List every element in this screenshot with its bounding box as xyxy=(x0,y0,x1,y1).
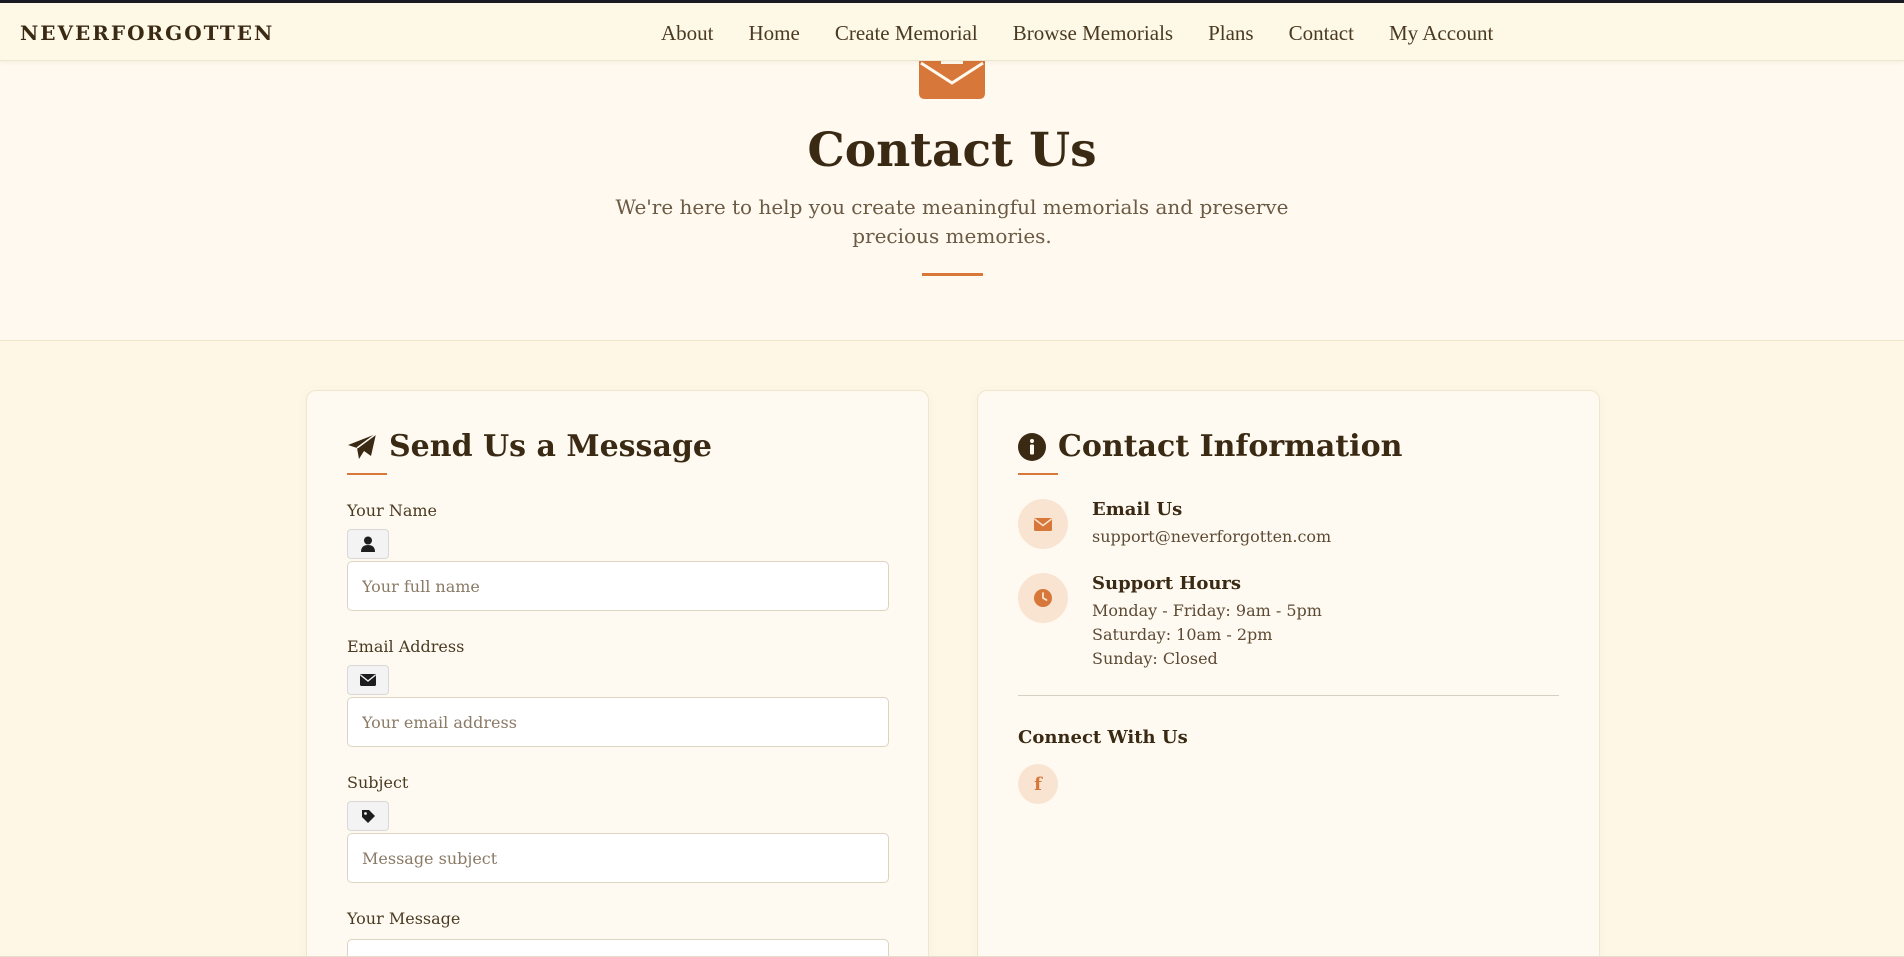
nav-home[interactable]: Home xyxy=(749,21,800,46)
email-icon-circle xyxy=(1018,499,1068,549)
form-card-title: Send Us a Message xyxy=(389,429,712,464)
message-label: Your Message xyxy=(347,909,461,928)
nav-about[interactable]: About xyxy=(661,21,714,46)
top-navbar: NEVERFORGOTTEN About Home Create Memoria… xyxy=(0,3,1904,61)
hours-weekdays: Monday - Friday: 9am - 5pm xyxy=(1092,601,1322,620)
hours-saturday: Saturday: 10am - 2pm xyxy=(1092,625,1273,644)
user-icon xyxy=(361,536,375,552)
info-divider xyxy=(1018,695,1559,696)
info-circle-icon xyxy=(1018,432,1046,461)
tag-icon xyxy=(361,809,375,823)
email-addon xyxy=(347,665,389,695)
name-label: Your Name xyxy=(347,501,438,520)
form-card-heading: Send Us a Message xyxy=(347,429,712,464)
support-hours-heading: Support Hours xyxy=(1092,573,1242,594)
subject-input[interactable] xyxy=(347,833,889,883)
page-subtitle: We're here to help you create meaningful… xyxy=(615,195,1289,248)
email-label: Email Address xyxy=(347,637,465,656)
main-nav: About Home Create Memorial Browse Memori… xyxy=(661,21,1528,46)
hours-sunday: Sunday: Closed xyxy=(1092,649,1218,668)
nav-plans[interactable]: Plans xyxy=(1208,21,1254,46)
facebook-icon: f xyxy=(1034,773,1042,795)
paper-plane-icon xyxy=(348,432,377,459)
email-us-heading: Email Us xyxy=(1092,499,1183,520)
name-input[interactable] xyxy=(347,561,889,611)
brand-logo[interactable]: NEVERFORGOTTEN xyxy=(20,21,274,45)
envelope-open-icon xyxy=(919,61,985,99)
name-addon xyxy=(347,529,389,559)
email-input[interactable] xyxy=(347,697,889,747)
envelope-icon xyxy=(360,674,376,686)
form-title-underline xyxy=(347,473,387,475)
support-email-link[interactable]: support@neverforgotten.com xyxy=(1092,527,1331,546)
message-textarea[interactable] xyxy=(347,939,889,957)
nav-my-account[interactable]: My Account xyxy=(1389,21,1493,46)
connect-heading: Connect With Us xyxy=(1018,727,1188,748)
contact-info-card: Contact Information Email Us support@nev… xyxy=(977,390,1600,957)
subject-label: Subject xyxy=(347,773,409,792)
facebook-button[interactable]: f xyxy=(1018,764,1058,804)
nav-contact[interactable]: Contact xyxy=(1289,21,1354,46)
info-card-heading: Contact Information xyxy=(1018,429,1402,464)
info-card-title: Contact Information xyxy=(1058,429,1403,464)
clock-icon-circle xyxy=(1018,573,1068,623)
nav-create-memorial[interactable]: Create Memorial xyxy=(835,21,978,46)
message-form-card: Send Us a Message Your Name Email Addres… xyxy=(306,390,929,957)
info-title-underline xyxy=(1018,473,1058,475)
envelope-icon xyxy=(1034,517,1052,531)
hero-section: Contact Us We're here to help you create… xyxy=(0,61,1904,341)
subject-addon xyxy=(347,801,389,831)
clock-icon xyxy=(1034,589,1052,607)
nav-browse-memorials[interactable]: Browse Memorials xyxy=(1013,21,1173,46)
page-title: Contact Us xyxy=(807,123,1097,178)
title-divider xyxy=(922,273,983,276)
